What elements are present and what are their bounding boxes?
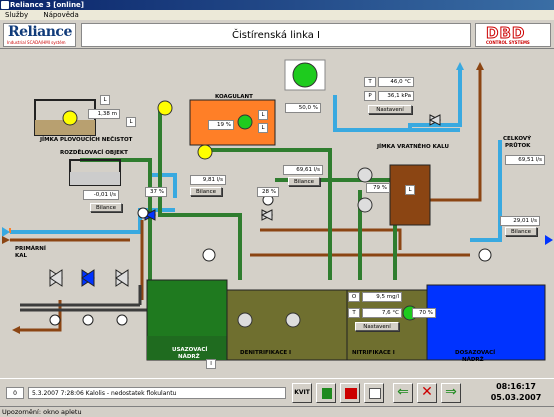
chart-icon bbox=[369, 388, 381, 399]
kvit-button[interactable]: KVIT bbox=[292, 383, 312, 403]
label-celkovy: CELKOVÝ bbox=[503, 136, 532, 142]
tank-indicator-i: I bbox=[206, 359, 216, 369]
dosazovaci-nadrz bbox=[426, 284, 546, 361]
label-prutok: PRŮTOK bbox=[505, 143, 531, 149]
valve1-value: 37 % bbox=[145, 187, 167, 197]
bilance-button-2[interactable]: Bilance bbox=[190, 187, 222, 196]
back-button[interactable]: ⇐ bbox=[393, 383, 413, 403]
temp-sensor-t: T bbox=[364, 77, 376, 87]
label-nitr: NITRIFIKACE I bbox=[352, 350, 395, 356]
blower-icon[interactable] bbox=[292, 62, 318, 88]
checklist-icon bbox=[322, 388, 332, 399]
flow4-value: 29,01 l/s bbox=[500, 216, 540, 226]
flow1-value: -0,01 l/s bbox=[83, 190, 119, 200]
process-canvas: JÍMKA PLOVOUCÍCH NEČISTOT ROZDĚLOVACÍ OB… bbox=[0, 50, 554, 377]
dbd-logo: DBD CONTROL SYSTEMS bbox=[475, 23, 551, 47]
label-denitr: DENITRIFIKACE I bbox=[240, 350, 292, 356]
applet-status: Upozornění: okno apletu bbox=[0, 406, 554, 416]
page-title: Čistírenská linka I bbox=[81, 23, 471, 47]
nastaveni-button-2[interactable]: Nastavení bbox=[355, 322, 399, 331]
pump-nitr-value: 70 % bbox=[412, 308, 436, 318]
arrow-left-icon: ⇐ bbox=[397, 384, 409, 400]
window-title: Reliance 3 [online] bbox=[10, 1, 85, 9]
status-bar: 0 5.3.2007 7:28:06 Kalolis - nedostatek … bbox=[0, 378, 554, 406]
menu-sluzby[interactable]: Služby bbox=[5, 11, 28, 19]
process-diagram bbox=[2, 59, 553, 361]
menu-bar: Služby Nápověda bbox=[0, 10, 554, 20]
primary-pipes bbox=[20, 285, 150, 312]
total-flow-value: 69,51 l/s bbox=[505, 155, 545, 165]
app-icon bbox=[1, 1, 9, 9]
level-indicator: L bbox=[100, 95, 110, 105]
clock-time: 08:16:17 bbox=[496, 382, 536, 391]
forward-button[interactable]: ⇒ bbox=[441, 383, 461, 403]
nastaveni-button-1[interactable]: Nastavení bbox=[368, 105, 412, 114]
chart-button[interactable] bbox=[364, 383, 384, 403]
level-indicator-l: L bbox=[126, 117, 136, 127]
label-dosaz-nadrz: NÁDRŽ bbox=[462, 357, 484, 363]
label-kal: KAL bbox=[15, 253, 28, 259]
menu-napoveda[interactable]: Nápověda bbox=[43, 11, 78, 19]
bilance-button-4[interactable]: Bilance bbox=[505, 227, 537, 236]
blower-value: 50,0 % bbox=[285, 103, 321, 113]
jimka-vratneho-kalu bbox=[389, 164, 431, 226]
window-titlebar: Reliance 3 [online] bbox=[0, 0, 554, 10]
arrow-right-icon: ⇒ bbox=[445, 384, 457, 400]
clock: 08:16:17 05.03.2007 bbox=[482, 381, 550, 405]
temp2-sensor: T bbox=[348, 308, 360, 318]
temp2-value: 7,6 °C bbox=[362, 308, 402, 318]
flow2-value: 9,81 l/s bbox=[190, 175, 226, 185]
label-dosaz: DOSAZOVACÍ bbox=[455, 350, 496, 356]
label-usaz-nadrz: NÁDRŽ bbox=[178, 354, 200, 360]
vrat-level-l: L bbox=[405, 185, 415, 195]
label-usaz: USAZOVACÍ bbox=[172, 347, 208, 353]
label-primarni: PRIMÁRNÍ bbox=[15, 246, 46, 252]
alarm-button[interactable] bbox=[340, 383, 360, 403]
press-sensor-p: P bbox=[364, 91, 376, 101]
alarm-icon bbox=[345, 388, 357, 399]
bilance-button-1[interactable]: Bilance bbox=[90, 203, 122, 212]
level-value: 1,38 m bbox=[88, 109, 120, 119]
press-value: 36,1 kPa bbox=[378, 91, 414, 101]
pump-vrat-value: 79 % bbox=[366, 183, 390, 193]
header: Reliance Industrial SCADA/HMI systém Čis… bbox=[0, 21, 554, 49]
o2-value: 9,5 mg/l bbox=[362, 292, 402, 302]
close-icon: ✕ bbox=[421, 384, 433, 400]
label-koagulant: KOAGULANT bbox=[215, 94, 253, 100]
flow3-value: 69,61 l/s bbox=[283, 165, 323, 175]
label-jimka-plov: JÍMKA PLOVOUCÍCH NEČISTOT bbox=[40, 137, 133, 143]
bilance-button-3[interactable]: Bilance bbox=[288, 177, 320, 186]
label-jimka-vrat: JÍMKA VRATNÉHO KALU bbox=[377, 144, 449, 150]
temp1-value: 46,0 °C bbox=[378, 77, 414, 87]
valve2-value: 28 % bbox=[257, 187, 279, 197]
alarm-count: 0 bbox=[6, 387, 24, 399]
koag-level-l2: L bbox=[258, 123, 268, 133]
close-button[interactable]: ✕ bbox=[417, 383, 437, 403]
label-rozdelovaci: ROZDĚLOVACÍ OBJEKT bbox=[60, 150, 128, 156]
reliance-logo: Reliance Industrial SCADA/HMI systém bbox=[3, 23, 76, 47]
koag-level-l: L bbox=[258, 110, 268, 120]
alarm-message[interactable]: 5.3.2007 7:28:06 Kalolis - nedostatek fl… bbox=[28, 387, 286, 399]
checklist-button[interactable] bbox=[316, 383, 336, 403]
clock-date: 05.03.2007 bbox=[490, 393, 542, 402]
koag-value: 19 % bbox=[208, 120, 234, 130]
o2-sensor: O bbox=[348, 292, 360, 302]
